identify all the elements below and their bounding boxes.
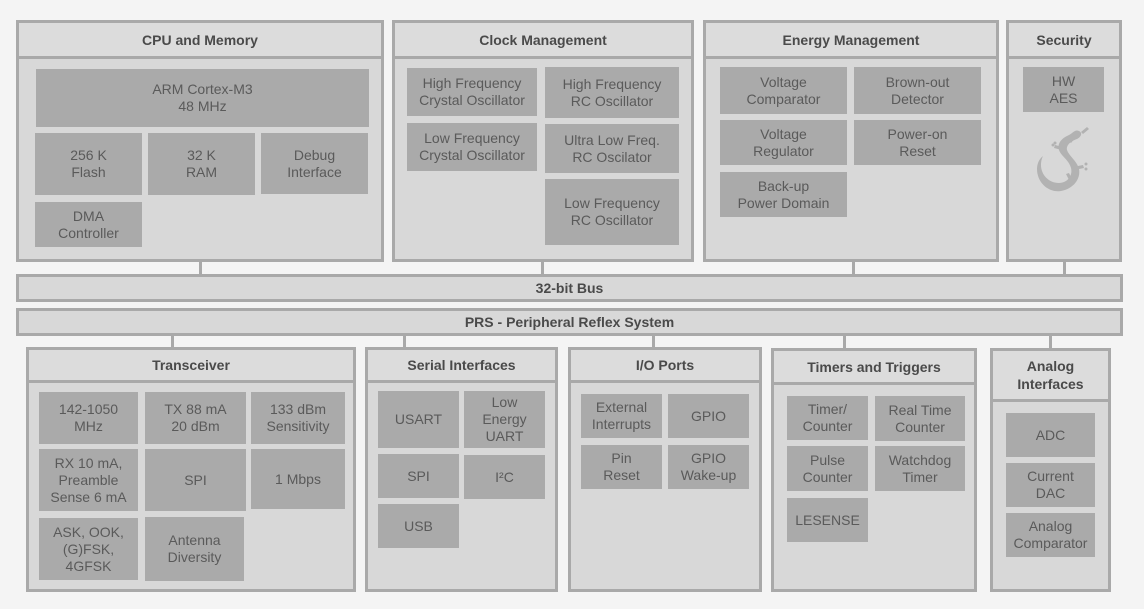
connector: [1049, 336, 1052, 348]
block-external-interrupts: External Interrupts: [581, 394, 662, 438]
block-voltage-comparator: Voltage Comparator: [720, 67, 847, 114]
block-brown-out-detector: Brown-out Detector: [854, 67, 981, 114]
block-lf-rc: Low Frequency RC Oscillator: [545, 179, 679, 245]
block-spi: SPI: [378, 454, 459, 498]
block-timer-counter: Timer/ Counter: [787, 396, 868, 440]
group-cpu-memory: CPU and Memory ARM Cortex-M3 48 MHz 256 …: [16, 20, 384, 262]
group-title: Timers and Triggers: [774, 351, 974, 385]
block-gpio: GPIO: [668, 394, 749, 438]
block-ulf-rc: Ultra Low Freq. RC Oscilator: [545, 124, 679, 173]
block-spi: SPI: [145, 449, 246, 511]
bus-32bit: 32-bit Bus: [16, 274, 1123, 302]
group-analog-interfaces: Analog Interfaces ADC Current DAC Analog…: [990, 348, 1111, 592]
group-title: Analog Interfaces: [993, 351, 1108, 402]
block-backup-power-domain: Back-up Power Domain: [720, 172, 847, 217]
block-debug-interface: Debug Interface: [261, 133, 368, 194]
group-io-ports: I/O Ports External Interrupts GPIO Pin R…: [568, 347, 762, 592]
block-sensitivity: 133 dBm Sensitivity: [251, 392, 345, 444]
block-tx: TX 88 mA 20 dBm: [145, 392, 246, 444]
group-title: Security: [1009, 23, 1119, 59]
block-flash: 256 K Flash: [35, 133, 142, 195]
block-pin-reset: Pin Reset: [581, 445, 662, 489]
group-energy-management: Energy Management Voltage Comparator Bro…: [703, 20, 999, 262]
group-timers-triggers: Timers and Triggers Timer/ Counter Real …: [771, 348, 977, 592]
block-ram: 32 K RAM: [148, 133, 255, 195]
group-security: Security HW AES: [1006, 20, 1122, 262]
group-title: Transceiver: [29, 350, 353, 383]
block-watchdog-timer: Watchdog Timer: [875, 446, 965, 491]
block-hw-aes: HW AES: [1023, 67, 1104, 112]
connector: [843, 336, 846, 348]
gecko-icon: [1037, 127, 1089, 192]
block-power-on-reset: Power-on Reset: [854, 120, 981, 165]
block-lesense: LESENSE: [787, 498, 868, 542]
block-rx: RX 10 mA, Preamble Sense 6 mA: [39, 449, 138, 511]
block-hf-rc: High Frequency RC Oscillator: [545, 67, 679, 118]
group-title: CPU and Memory: [19, 23, 381, 59]
block-pulse-counter: Pulse Counter: [787, 446, 868, 491]
block-le-uart: Low Energy UART: [464, 391, 545, 448]
block-lf-crystal: Low Frequency Crystal Oscillator: [407, 123, 537, 171]
block-voltage-regulator: Voltage Regulator: [720, 120, 847, 165]
i2c-label: I²C: [495, 468, 514, 485]
block-adc: ADC: [1006, 413, 1095, 457]
group-title: Clock Management: [395, 23, 691, 59]
block-dma-controller: DMA Controller: [35, 202, 142, 247]
group-title: I/O Ports: [571, 350, 759, 383]
block-current-dac: Current DAC: [1006, 463, 1095, 507]
block-antenna-diversity: Antenna Diversity: [145, 517, 244, 581]
block-rtc: Real Time Counter: [875, 396, 965, 441]
block-i2c: I²C: [464, 455, 545, 499]
block-analog-comparator: Analog Comparator: [1006, 513, 1095, 557]
block-data-rate: 1 Mbps: [251, 449, 345, 509]
block-usart: USART: [378, 391, 459, 448]
prs-bar: PRS - Peripheral Reflex System: [16, 308, 1123, 336]
group-title: Serial Interfaces: [368, 350, 555, 383]
group-serial-interfaces: Serial Interfaces USART Low Energy UART …: [365, 347, 558, 592]
block-modulation: ASK, OOK, (G)FSK, 4GFSK: [39, 518, 138, 580]
block-hf-crystal: High Frequency Crystal Oscillator: [407, 68, 537, 116]
block-gpio-wakeup: GPIO Wake-up: [668, 445, 749, 489]
block-usb: USB: [378, 504, 459, 548]
group-clock-management: Clock Management High Frequency Crystal …: [392, 20, 694, 262]
block-frequency: 142-1050 MHz: [39, 392, 138, 444]
block-arm-cortex: ARM Cortex-M3 48 MHz: [36, 69, 369, 127]
group-title: Energy Management: [706, 23, 996, 59]
group-transceiver: Transceiver 142-1050 MHz TX 88 mA 20 dBm…: [26, 347, 356, 592]
